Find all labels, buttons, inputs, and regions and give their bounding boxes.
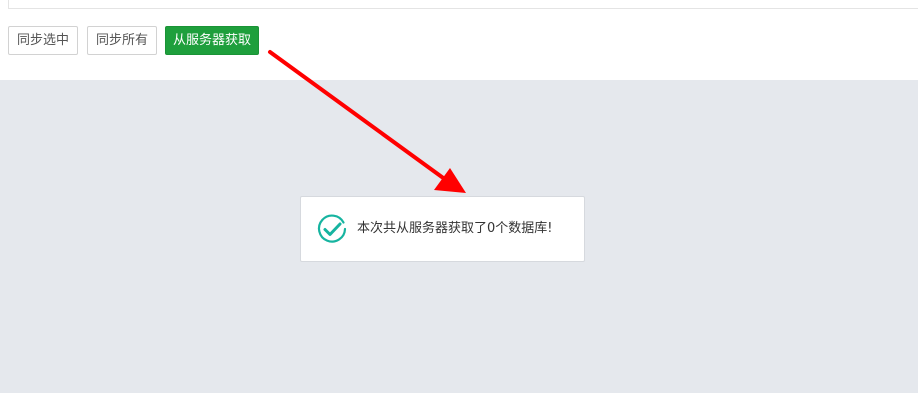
- page: 同步选中 同步所有 从服务器获取 本次共从服务器获取了0个数据库!: [0, 0, 918, 393]
- fetch-from-server-button[interactable]: 从服务器获取: [165, 26, 259, 55]
- sync-all-button[interactable]: 同步所有: [87, 26, 157, 55]
- top-panel: 同步选中 同步所有 从服务器获取: [0, 0, 918, 80]
- success-toast: 本次共从服务器获取了0个数据库!: [300, 196, 585, 262]
- check-circle-icon: [317, 214, 347, 243]
- sync-selected-button[interactable]: 同步选中: [8, 26, 78, 55]
- toast-message: 本次共从服务器获取了0个数据库!: [357, 221, 553, 236]
- top-input-edge: [8, 0, 918, 9]
